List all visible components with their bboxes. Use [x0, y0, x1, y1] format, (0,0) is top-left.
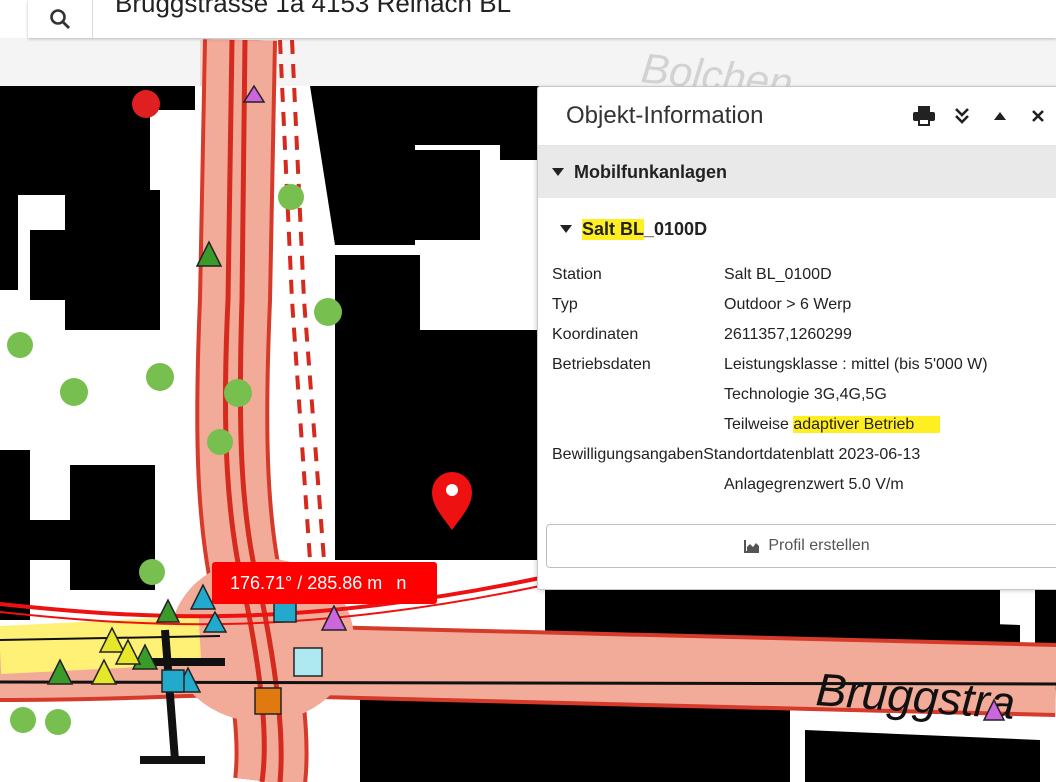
row-key: Betriebsdaten: [552, 356, 651, 373]
chevrons-down-icon[interactable]: [943, 96, 981, 136]
row-value: 2611357,1260299: [724, 326, 852, 343]
profile-button[interactable]: Profil erstellen: [546, 524, 1056, 568]
row-key: Bewilligungsangaben: [552, 446, 704, 463]
search-icon[interactable]: [28, 0, 93, 38]
red-point-marker: [132, 90, 160, 118]
subsection-title-rest: _0100D: [644, 218, 708, 239]
table-row: Anlagegrenzwert 5.0 V/m: [538, 470, 1056, 500]
section-mobilfunkanlagen[interactable]: Mobilfunkanlagen: [538, 146, 1056, 198]
subsection-station[interactable]: Salt BL _0100D: [538, 198, 1056, 260]
table-row: Technologie 3G,4G,5G: [538, 380, 1056, 410]
measure-label: 176.71° / 285.86 m n: [212, 562, 437, 604]
table-row: Betriebsdaten Leistungsklasse : mittel (…: [538, 350, 1056, 380]
close-icon[interactable]: [1019, 96, 1056, 136]
table-row: Koordinaten 2611357,1260299: [538, 320, 1056, 350]
object-info-panel: Objekt-Information Mobilfunkanlagen Salt…: [537, 86, 1056, 590]
panel-title: Objekt-Information: [566, 102, 764, 129]
search-bar[interactable]: Bruggstrasse 1a 4153 Reinach BL: [28, 0, 1056, 38]
row-value: Leistungsklasse : mittel (bis 5'000 W): [724, 356, 988, 373]
profile-button-label: Profil erstellen: [768, 537, 870, 554]
measure-tail: n: [396, 572, 407, 593]
table-row: Teilweise adaptiver Betrieb: [538, 410, 1056, 440]
table-row: Typ Outdoor > 6 Werp: [538, 290, 1056, 320]
caret-down-icon: [560, 225, 572, 233]
chart-icon: [744, 539, 760, 553]
row-value-text: Teilweise: [724, 416, 794, 433]
row-value: Standortdatenblatt 2023-06-13: [703, 446, 921, 463]
map-top-fade: [0, 38, 1056, 86]
row-value-highlight: adaptiver Betrieb: [793, 416, 941, 433]
measure-value: 176.71° / 285.86 m: [230, 572, 383, 593]
attribute-table: Station Salt BL_0100D Typ Outdoor > 6 We…: [538, 260, 1056, 500]
row-key: Koordinaten: [552, 326, 639, 343]
print-icon[interactable]: [905, 96, 943, 136]
row-value: Outdoor > 6 Werp: [724, 296, 852, 313]
subsection-title-highlight: Salt BL: [582, 218, 645, 240]
search-input[interactable]: Bruggstrasse 1a 4153 Reinach BL: [93, 0, 511, 19]
row-value: Technologie 3G,4G,5G: [724, 386, 887, 403]
section-title: Mobilfunkanlagen: [574, 161, 727, 182]
row-key: Typ: [552, 296, 578, 313]
caret-down-icon: [552, 168, 564, 176]
row-value: Anlagegrenzwert 5.0 V/m: [724, 476, 904, 493]
table-row: Station Salt BL_0100D: [538, 260, 1056, 290]
panel-header: Objekt-Information: [538, 87, 1056, 146]
caret-up-icon[interactable]: [981, 96, 1019, 136]
row-key: Station: [552, 266, 602, 283]
row-value: Teilweise adaptiver Betrieb: [724, 416, 941, 434]
row-value: Salt BL_0100D: [724, 266, 832, 283]
table-row: Bewilligungsangaben Standortdatenblatt 2…: [538, 440, 1056, 470]
